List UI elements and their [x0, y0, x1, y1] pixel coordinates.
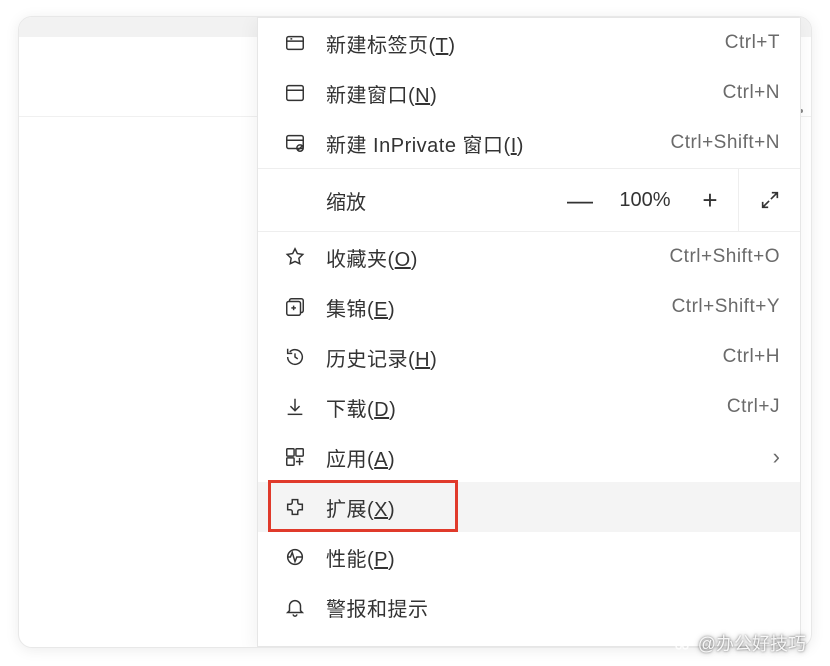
extensions-icon	[282, 494, 308, 520]
new-tab-icon	[282, 30, 308, 56]
menu-item-label: 性能(P)	[326, 543, 780, 572]
history-icon	[282, 344, 308, 370]
bell-icon	[282, 594, 308, 620]
menu-item-shortcut: Ctrl+N	[723, 82, 780, 104]
download-icon	[282, 394, 308, 420]
menu-item-label: 扩展(X)	[326, 493, 780, 522]
menu-item-shortcut: Ctrl+H	[723, 346, 780, 368]
new-window-icon	[282, 80, 308, 106]
zoom-out-button[interactable]: —	[552, 169, 608, 231]
menu-item-label: 警报和提示	[326, 593, 780, 622]
menu-item-zoom: 缩放 — 100% +	[258, 169, 800, 231]
menu-item-shortcut: Ctrl+T	[725, 32, 780, 54]
menu-item-favorites[interactable]: 收藏夹(O) Ctrl+Shift+O	[258, 232, 800, 282]
menu-item-shortcut: Ctrl+J	[727, 396, 780, 418]
browser-window: 新建标签页(T) Ctrl+T 新建窗口(N) Ctrl+N	[18, 16, 812, 648]
zoom-label: 缩放	[326, 186, 552, 215]
menu-item-label: 应用(A)	[326, 443, 765, 472]
chevron-right-icon: ›	[773, 444, 780, 470]
fullscreen-icon	[759, 189, 781, 211]
settings-menu: 新建标签页(T) Ctrl+T 新建窗口(N) Ctrl+N	[257, 17, 801, 647]
apps-icon	[282, 444, 308, 470]
menu-item-new-window[interactable]: 新建窗口(N) Ctrl+N	[258, 68, 800, 118]
menu-item-label: 集锦(E)	[326, 293, 672, 322]
menu-item-alerts[interactable]: 警报和提示	[258, 582, 800, 632]
inprivate-icon	[282, 130, 308, 156]
menu-item-collections[interactable]: 集锦(E) Ctrl+Shift+Y	[258, 282, 800, 332]
performance-icon	[282, 544, 308, 570]
menu-item-label: 新建窗口(N)	[326, 79, 723, 108]
menu-item-extensions[interactable]: 扩展(X)	[258, 482, 800, 532]
menu-item-performance[interactable]: 性能(P)	[258, 532, 800, 582]
zoom-value: 100%	[608, 189, 682, 212]
fullscreen-button[interactable]	[738, 169, 800, 231]
menu-item-label: 下载(D)	[326, 393, 727, 422]
zoom-in-button[interactable]: +	[682, 169, 738, 231]
menu-item-shortcut: Ctrl+Shift+Y	[672, 296, 780, 318]
menu-item-new-tab[interactable]: 新建标签页(T) Ctrl+T	[258, 18, 800, 68]
menu-item-apps[interactable]: 应用(A) ›	[258, 432, 800, 482]
menu-item-new-inprivate[interactable]: 新建 InPrivate 窗口(I) Ctrl+Shift+N	[258, 118, 800, 168]
star-icon	[282, 244, 308, 270]
collections-icon	[282, 294, 308, 320]
menu-item-label: 新建 InPrivate 窗口(I)	[326, 129, 671, 158]
menu-item-label: 收藏夹(O)	[326, 243, 669, 272]
menu-item-label: 历史记录(H)	[326, 343, 723, 372]
menu-item-downloads[interactable]: 下载(D) Ctrl+J	[258, 382, 800, 432]
menu-item-history[interactable]: 历史记录(H) Ctrl+H	[258, 332, 800, 382]
menu-item-shortcut: Ctrl+Shift+O	[669, 246, 780, 268]
menu-item-shortcut: Ctrl+Shift+N	[671, 132, 780, 154]
stage: 新建标签页(T) Ctrl+T 新建窗口(N) Ctrl+N	[0, 0, 830, 666]
menu-item-label: 新建标签页(T)	[326, 29, 725, 58]
